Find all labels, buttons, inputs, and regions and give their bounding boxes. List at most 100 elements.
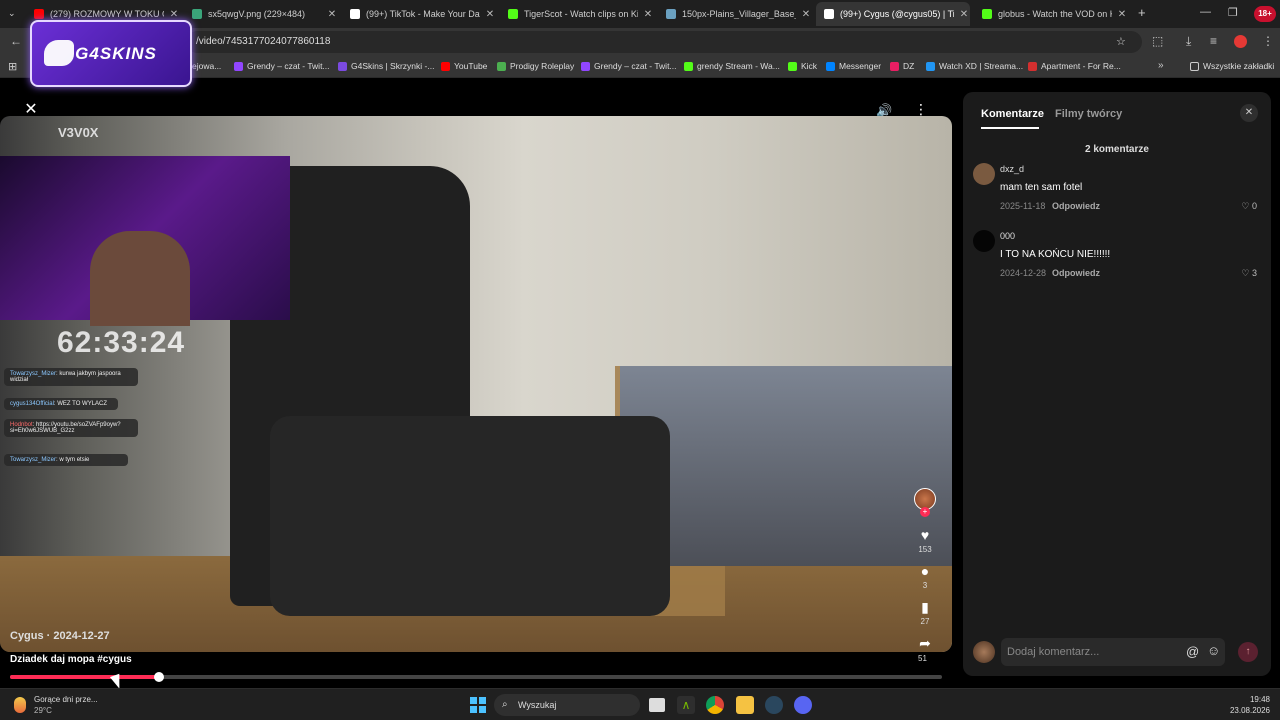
like-button[interactable]: ♥ 153 [912,527,938,554]
tab-favicon-icon [508,9,518,19]
comment-like-button[interactable]: ♡ 0 [1241,201,1257,212]
video-credit: Cygus · 2024-12-27 [10,630,110,642]
all-bookmarks[interactable]: Wszystkie zakładki [1190,61,1274,71]
profile-badge[interactable]: 18+ [1254,6,1276,22]
tab-close-icon[interactable]: ✕ [1116,9,1128,20]
close-panel-button[interactable]: ✕ [1240,104,1258,122]
chat-message: Hodnbot: https://youtu.be/soZVAFp9oyw?si… [4,419,138,437]
bookmark-item[interactable]: YouTube [441,61,487,71]
browser-tab[interactable]: (99+) Cygus (@cygus05) | Ti ✕ [816,2,970,26]
bookmark-favicon-icon [890,61,899,71]
windows-start-icon[interactable] [470,697,486,713]
comment-button[interactable]: ● 3 [912,563,938,590]
bookmark-favicon-icon [338,61,347,71]
browser-tab[interactable]: 150px-Plains_Villager_Base_JE2 ✕ [658,2,812,26]
video-player[interactable]: V3V0X 62:33:24 Towarzysz_Mizer: kurwa ja… [0,116,952,652]
tab-close-icon[interactable]: ✕ [642,9,654,20]
bookmark-item[interactable]: Grendy – czat - Twit... [581,61,677,71]
video-progress-handle[interactable] [154,672,165,682]
emoji-icon[interactable]: ☺ [1207,643,1220,658]
bookmarks-overflow-chevron-icon[interactable]: » [1158,60,1164,71]
tab-close-icon[interactable]: ✕ [326,9,338,20]
file-explorer-icon[interactable] [736,696,754,714]
bookmark-favicon-icon [497,61,506,71]
commenter-avatar[interactable] [973,230,995,252]
bookmark-item[interactable]: Apartment - For Re... [1028,61,1121,71]
chat-message: cygus134Official: WEZ TO WYLACZ [4,398,118,410]
chrome-icon[interactable] [706,696,724,714]
back-arrow-icon[interactable]: ← [10,34,22,48]
tab-close-icon[interactable]: ✕ [484,9,496,20]
bookmark-label: DZ [903,61,915,71]
bookmark-star-icon[interactable]: ☆ [1116,35,1126,48]
tab-search-icon[interactable]: ⌄ [8,8,16,19]
taskbar-date[interactable]: 23.08.2026 [1220,706,1270,715]
bookmark-item[interactable]: Kick [788,61,817,71]
taskbar-search[interactable]: ⌕ Wyszukaj [494,694,640,716]
browser-tab[interactable]: sx5qwgV.png (229×484) ✕ [184,2,338,26]
tab-close-icon[interactable]: ✕ [168,9,180,20]
new-tab-button[interactable]: + [1138,5,1146,20]
apps-grid-icon[interactable]: ⊞ [8,60,17,73]
browser-tab[interactable]: TigerScot - Watch clips on Kick ✕ [500,2,654,26]
weather-icon[interactable] [14,697,26,713]
url-text: /video/7453177024077860118 [196,36,331,47]
post-comment-button[interactable]: ↑ [1238,642,1258,662]
comment-text: mam ten sam fotel [1000,182,1083,193]
follow-plus-icon[interactable]: + [920,507,930,517]
bookmark-item[interactable]: Watch XD | Streama... [926,61,1023,71]
bookmark-item[interactable]: ejowa... [192,61,221,71]
commenter-avatar[interactable] [973,163,995,185]
taskbar: Gorące dni prze... 29°C ⌕ Wyszukaj ∧ 19:4… [0,688,1280,720]
tab-favicon-icon [350,9,360,19]
tab-close-icon[interactable]: ✕ [958,9,970,20]
tab-close-icon[interactable]: ✕ [800,9,812,20]
media-control-icon[interactable]: ≡ [1210,34,1217,48]
download-icon[interactable]: ⤓ [1186,34,1191,49]
bookmark-item[interactable]: Prodigy Roleplay [497,61,574,71]
comment-like-button[interactable]: ♡ 3 [1241,268,1257,279]
bookmark-item[interactable]: grendy Stream - Wa... [684,61,780,71]
minimize-button[interactable]: — [1200,6,1211,18]
tab-creator-videos[interactable]: Filmy twórcy [1055,108,1122,120]
bookmark-item[interactable]: DZ [890,61,914,71]
comment-username[interactable]: dxz_d [1000,164,1024,174]
comment-username[interactable]: 000 [1000,231,1015,241]
address-bar[interactable]: /video/7453177024077860118 ☆ [186,31,1142,53]
weather-title[interactable]: Gorące dni prze... [34,695,98,704]
mention-at-icon[interactable]: @ [1186,644,1199,659]
bookmark-label: Apartment - For Re... [1041,61,1121,71]
nvidia-app-icon[interactable]: ∧ [677,696,695,714]
steam-icon[interactable] [765,696,783,714]
tab-favicon-icon [34,9,44,19]
browser-tab[interactable]: globus - Watch the VOD on Kic ✕ [974,2,1128,26]
bookmark-favicon-icon [926,61,935,71]
reply-button[interactable]: Odpowiedz [1052,268,1100,278]
bookmark-label: Grendy – czat - Twit... [247,61,330,71]
menu-dots-icon[interactable]: ⋮ [1262,34,1274,48]
video-progress-bar[interactable] [10,672,942,682]
bookmark-item[interactable]: G4Skins | Skrzynki -... [338,61,434,71]
tab-favicon-icon [666,9,676,19]
bookmark-label: Watch XD | Streama... [939,61,1024,71]
bookmark-favicon-icon [684,61,693,71]
taskbar-time[interactable]: 19:48 [1230,695,1270,704]
browser-tab[interactable]: (99+) TikTok - Make Your Day ✕ [342,2,496,26]
bookmark-item[interactable]: Messenger [826,61,881,71]
profile-avatar[interactable] [1234,35,1247,48]
comment-item: 000 I TO NA KOŃCU NIE!!!!!! 2024-12-28 O… [973,230,1263,292]
task-view-icon[interactable] [649,698,665,712]
save-button[interactable]: ▮ 27 [912,599,938,626]
weather-temp: 29°C [34,706,52,715]
maximize-button[interactable]: ❐ [1228,6,1238,19]
share-button[interactable]: ➦ [912,635,938,651]
extensions-icon[interactable]: ⬚ [1152,34,1163,48]
reply-button[interactable]: Odpowiedz [1052,201,1100,211]
tab-comments[interactable]: Komentarze [981,108,1044,120]
discord-icon[interactable] [794,696,812,714]
bookmark-label: Kick [801,61,818,71]
tab-title: TigerScot - Watch clips on Kick [524,9,638,19]
bookmark-item[interactable]: Grendy – czat - Twit... [234,61,330,71]
tab-title: 150px-Plains_Villager_Base_JE2 [682,9,796,19]
bookmark-label: grendy Stream - Wa... [697,61,780,71]
